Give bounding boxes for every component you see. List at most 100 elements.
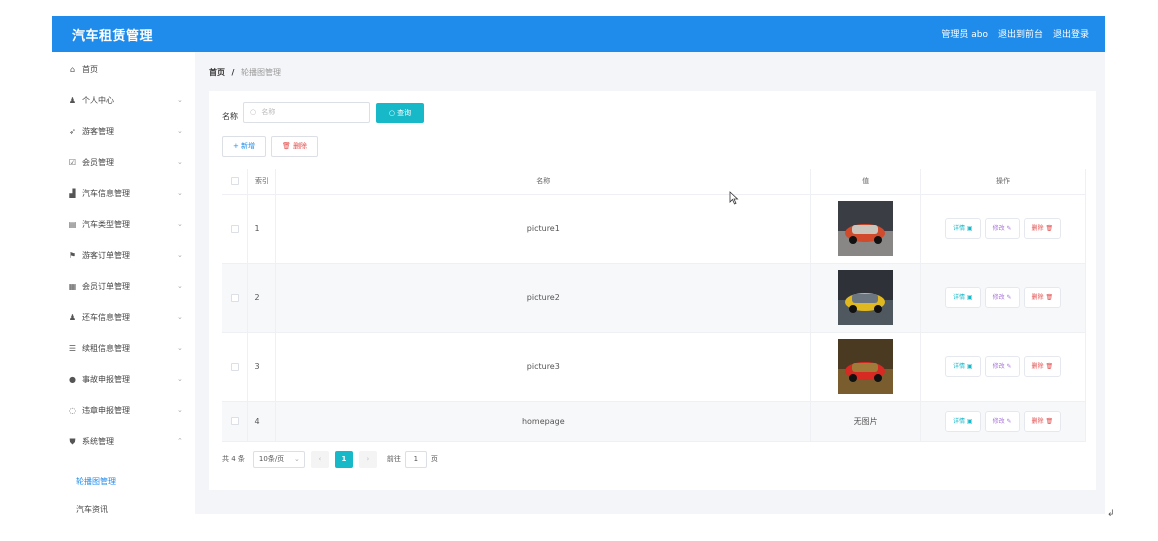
sidebar-item[interactable]: ⛊ 系统管理 ⌃	[52, 426, 195, 456]
chart-icon: ▟	[69, 188, 76, 198]
row-checkbox[interactable]	[230, 417, 239, 425]
row-name: homepage	[275, 401, 812, 442]
sidebar-item[interactable]: ▟ 汽车信息管理 ⌄	[52, 178, 195, 208]
sidebar-subitem-label: 轮播图管理	[76, 476, 116, 486]
sidebar-item[interactable]: ⚑ 游客订单管理 ⌄	[52, 240, 195, 270]
car-thumbnail-image[interactable]	[838, 201, 894, 256]
sidebar: ⌂ 首页 ♟ 个人中心 ⌄ ➶ 游客管理 ⌄ ☑ 会员管理 ⌄ ▟ 汽车信息管理 ⌄ ▤ 汽车类型管理 ⌄ ⚑ 游客…	[52, 52, 195, 514]
car-thumbnail-image[interactable]	[838, 339, 894, 394]
admin-label: 管理员 abo	[941, 30, 988, 40]
pagination-total: 共 4 条	[222, 455, 245, 463]
sidebar-item[interactable]: ☑ 会员管理 ⌄	[52, 147, 195, 177]
sidebar-item[interactable]: ▤ 汽车类型管理 ⌄	[52, 209, 195, 239]
search-icon: ○	[388, 109, 395, 117]
sidebar-item[interactable]: ♟ 个人中心 ⌄	[52, 85, 195, 115]
chevron-down-icon: ⌄	[177, 127, 183, 135]
list-icon: ▤	[68, 219, 77, 229]
sidebar-item[interactable]: ⌂ 首页	[52, 54, 195, 84]
content-card: 名称 ○ 名称 ○ 查询 + 新增 🗑 删除 索引 名称 值 操作 1 pict…	[209, 91, 1096, 490]
flag-icon: ⚑	[68, 250, 77, 260]
breadcrumb-home[interactable]: 首页	[209, 68, 225, 77]
back-to-front-link[interactable]: 退出到前台	[998, 27, 1043, 40]
chevron-down-icon: ⌄	[177, 96, 183, 104]
sidebar-item[interactable]: ♟ 还车信息管理 ⌄	[52, 302, 195, 332]
shield-icon: ⛊	[69, 436, 76, 446]
sidebar-subitem[interactable]: 轮播图管理	[52, 466, 195, 496]
table-row: 2 picture2 详情 ▣ 修改 ✎ 删除 🗑	[222, 263, 1086, 333]
row-index: 3	[247, 332, 277, 402]
row-name: picture2	[275, 263, 812, 333]
app-window: 汽车租赁管理 管理员 abo 退出到前台 退出登录 ⌂ 首页 ♟ 个人中心 ⌄ ➶ 游客管理…	[52, 16, 1105, 514]
query-button-label: 查询	[397, 109, 412, 117]
delete-button[interactable]: 删除 🗑	[1023, 218, 1062, 239]
batch-delete-button[interactable]: 🗑 删除	[271, 136, 318, 157]
sidebar-subitem[interactable]: 汽车资讯	[52, 494, 195, 514]
detail-button[interactable]: 详情 ▣	[945, 356, 981, 377]
add-button[interactable]: + 新增	[222, 136, 266, 157]
row-index: 2	[247, 263, 277, 333]
prev-page-button[interactable]: ‹	[310, 450, 329, 468]
sidebar-item[interactable]: ◌ 违章申报管理 ⌄	[52, 395, 195, 425]
page-number-button[interactable]: 1	[334, 450, 353, 468]
paragraph-mark-icon: ↲	[1107, 509, 1115, 519]
chevron-down-icon: ⌄	[177, 406, 183, 414]
pin-icon: ●	[69, 374, 76, 384]
sidebar-item-label: 还车信息管理	[82, 312, 130, 322]
detail-button[interactable]: 详情 ▣	[945, 218, 981, 239]
sidebar-item-label: 汽车类型管理	[82, 219, 130, 229]
page-size-value: 10条/页	[258, 454, 285, 463]
search-input[interactable]: ○ 名称	[243, 102, 370, 123]
chevron-down-icon: ⌄	[177, 251, 183, 259]
table-row: 3 picture3 详情 ▣ 修改 ✎ 删除 🗑	[222, 332, 1086, 402]
delete-button[interactable]: 删除 🗑	[1023, 287, 1062, 308]
row-checkbox[interactable]	[230, 362, 239, 371]
row-value: 无图片	[810, 401, 922, 442]
edit-button[interactable]: 修改 ✎	[984, 287, 1020, 308]
search-label: 名称	[222, 112, 238, 121]
row-actions: 详情 ▣ 修改 ✎ 删除 🗑	[920, 263, 1086, 333]
circle-icon: ◌	[69, 405, 76, 415]
delete-button-label: 删除	[293, 142, 308, 150]
chevron-down-icon: ⌄	[177, 189, 183, 197]
person-icon: ♟	[68, 312, 77, 322]
sidebar-item-label: 首页	[82, 64, 98, 74]
next-page-button[interactable]: ›	[358, 450, 377, 468]
row-actions: 详情 ▣ 修改 ✎ 删除 🗑	[920, 332, 1086, 402]
goto-page-input[interactable]: 1	[404, 450, 427, 468]
goto-suffix: 页	[430, 455, 438, 463]
sidebar-item-label: 汽车信息管理	[82, 188, 130, 198]
sidebar-subitem-label: 汽车资讯	[76, 504, 108, 514]
select-all-cell	[222, 169, 249, 195]
delete-button[interactable]: 删除 🗑	[1023, 356, 1062, 377]
car-thumbnail-image[interactable]	[838, 270, 894, 325]
edit-button[interactable]: 修改 ✎	[984, 410, 1020, 432]
logout-link[interactable]: 退出登录	[1053, 27, 1089, 40]
sidebar-item-label: 游客订单管理	[82, 250, 130, 260]
edit-button[interactable]: 修改 ✎	[984, 356, 1020, 377]
table-header-row: 索引 名称 值 操作	[222, 169, 1086, 195]
select-all-checkbox[interactable]	[230, 177, 239, 186]
column-header-actions: 操作	[920, 169, 1086, 195]
breadcrumb-separator: /	[231, 68, 235, 77]
mouse-cursor-icon	[729, 191, 739, 205]
detail-button[interactable]: 详情 ▣	[945, 287, 981, 308]
row-checkbox[interactable]	[230, 293, 239, 302]
sidebar-item[interactable]: ▦ 会员订单管理 ⌄	[52, 271, 195, 301]
row-checkbox[interactable]	[230, 224, 239, 233]
sidebar-item[interactable]: ➶ 游客管理 ⌄	[52, 116, 195, 146]
sidebar-item-label: 会员订单管理	[82, 281, 130, 291]
detail-button[interactable]: 详情 ▣	[945, 410, 981, 432]
row-actions: 详情 ▣ 修改 ✎ 删除 🗑	[920, 194, 1086, 264]
sidebar-item-label: 游客管理	[82, 126, 114, 136]
delete-button[interactable]: 删除 🗑	[1023, 410, 1062, 432]
row-value	[810, 194, 922, 264]
edit-button[interactable]: 修改 ✎	[984, 218, 1020, 239]
row-select-cell	[222, 194, 249, 264]
row-select-cell	[222, 332, 249, 402]
page-size-select[interactable]: 10条/页 ⌄	[252, 450, 305, 468]
trash-icon: 🗑	[281, 142, 291, 150]
row-actions: 详情 ▣ 修改 ✎ 删除 🗑	[920, 401, 1086, 442]
sidebar-item[interactable]: ● 事故申报管理 ⌄	[52, 364, 195, 394]
query-button[interactable]: ○ 查询	[376, 103, 424, 123]
sidebar-item[interactable]: ☰ 续租信息管理 ⌄	[52, 333, 195, 363]
